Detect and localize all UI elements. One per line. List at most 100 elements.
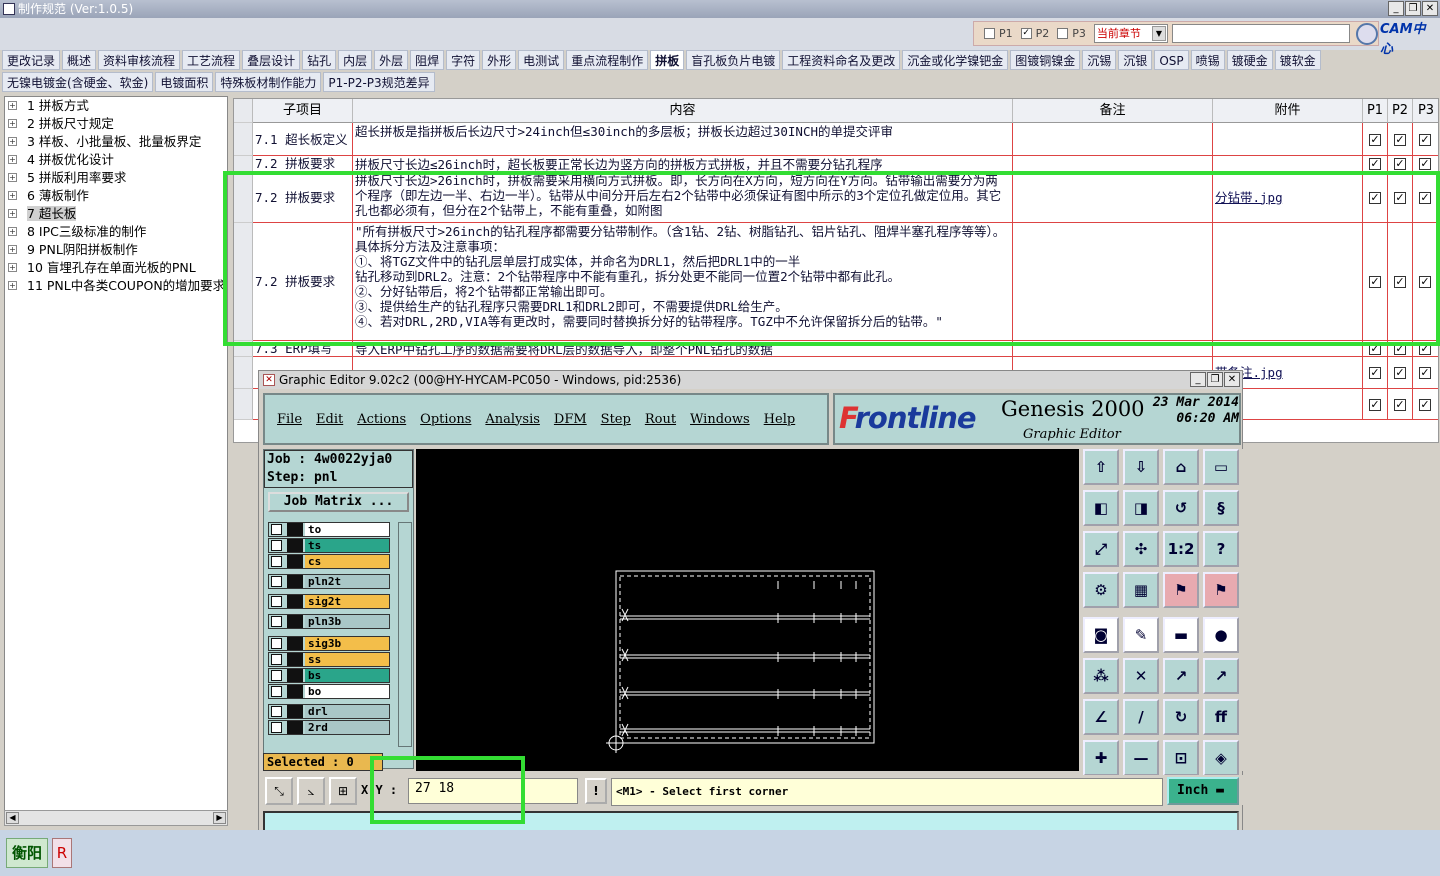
layer-row[interactable]: to: [268, 522, 390, 537]
layer-checkbox[interactable]: [271, 524, 282, 535]
tab-23[interactable]: 镀软金: [1274, 50, 1321, 70]
tab-17[interactable]: 图镀铜镍金: [1010, 50, 1081, 70]
expand-icon[interactable]: +: [8, 173, 17, 182]
help-icon[interactable]: ?: [1203, 531, 1239, 567]
scale-icon[interactable]: 1:2: [1163, 531, 1199, 567]
layer-row[interactable]: pln2t: [268, 574, 390, 589]
snap-s-icon[interactable]: §: [1203, 490, 1239, 526]
layer-scrollbar[interactable]: [398, 522, 412, 747]
attach-cell[interactable]: [1213, 341, 1363, 357]
menu-step[interactable]: Step: [601, 412, 631, 427]
grid-snap-icon[interactable]: ⊞: [329, 777, 357, 805]
tab-10[interactable]: 外形: [482, 50, 517, 70]
layer-name[interactable]: to: [305, 523, 389, 536]
row-header[interactable]: [234, 172, 253, 223]
tree-item[interactable]: +9 PNL阴阳拼板制作: [5, 241, 227, 259]
expand-icon[interactable]: +: [8, 137, 17, 146]
expand-icon[interactable]: +: [8, 119, 17, 128]
chapter-select[interactable]: 当前章节 ▼: [1093, 24, 1168, 43]
right-icon[interactable]: ◨: [1123, 490, 1159, 526]
tree-item[interactable]: +7 超长板: [5, 205, 227, 223]
layer-row[interactable]: sig2t: [268, 594, 390, 609]
layer-row[interactable]: drl: [268, 704, 390, 719]
save-icon[interactable]: ⇩: [1123, 449, 1159, 485]
tab-6[interactable]: 内层: [338, 50, 373, 70]
attach-cell[interactable]: [1213, 156, 1363, 172]
row-header[interactable]: [234, 156, 253, 172]
menu-file[interactable]: File: [277, 412, 302, 427]
tab-8[interactable]: 阻焊: [410, 50, 445, 70]
move-icon[interactable]: ↗: [1163, 658, 1199, 694]
tab-5[interactable]: 钻孔: [302, 50, 337, 70]
p3-checkbox[interactable]: ✓: [1419, 276, 1431, 288]
layer-row[interactable]: 2rd: [268, 720, 390, 735]
layer-checkbox[interactable]: [271, 596, 282, 607]
tree-item[interactable]: +4 拼板优化设计: [5, 151, 227, 169]
tab-16[interactable]: 沉金或化学镍钯金: [902, 50, 1009, 70]
layer-checkbox[interactable]: [271, 686, 282, 697]
attach-cell[interactable]: [1213, 123, 1363, 156]
menu-edit[interactable]: Edit: [316, 412, 343, 427]
tab-11[interactable]: 电测试: [518, 50, 565, 70]
expand-icon[interactable]: +: [8, 281, 17, 290]
layer-name[interactable]: ts: [305, 539, 389, 552]
layer-checkbox[interactable]: [271, 576, 282, 587]
zoom-window-icon[interactable]: ⤡: [265, 777, 293, 805]
row-header[interactable]: [234, 123, 253, 156]
close-button[interactable]: ✕: [1422, 1, 1438, 16]
menu-options[interactable]: Options: [420, 412, 471, 427]
menu-windows[interactable]: Windows: [690, 412, 750, 427]
tab-2[interactable]: 资料审核流程: [98, 50, 181, 70]
p2-checkbox[interactable]: ✓: [1394, 158, 1406, 170]
tab-row2-0[interactable]: 无镍电镀金(含硬金、软金): [2, 72, 154, 92]
ff-icon[interactable]: ff: [1203, 699, 1239, 735]
scroll-right-icon[interactable]: ▶: [213, 812, 226, 824]
layer-checkbox[interactable]: [271, 670, 282, 681]
tab-7[interactable]: 外层: [374, 50, 409, 70]
tab-21[interactable]: 喷锡: [1190, 50, 1225, 70]
tab-20[interactable]: OSP: [1154, 50, 1189, 70]
layer-name[interactable]: pln3b: [305, 615, 389, 628]
minimize-button[interactable]: _: [1388, 1, 1404, 16]
row-header[interactable]: [234, 223, 253, 341]
tab-4[interactable]: 叠层设计: [242, 50, 301, 70]
tree-item[interactable]: +3 样板、小批量板、批量板界定: [5, 133, 227, 151]
p2-checkbox[interactable]: ✓: [1394, 343, 1406, 355]
editor-close-button[interactable]: ✕: [1224, 372, 1240, 387]
tab-9[interactable]: 字符: [446, 50, 481, 70]
layer-checkbox[interactable]: [271, 638, 282, 649]
edit-icon[interactable]: ✎: [1123, 617, 1159, 653]
pen-icon[interactable]: /: [1123, 699, 1159, 735]
menu-rout[interactable]: Rout: [645, 412, 676, 427]
expand-icon[interactable]: +: [8, 101, 17, 110]
tab-14[interactable]: 盲孔板负片电镀: [686, 50, 781, 70]
tab-row2-2[interactable]: 特殊板材制作能力: [215, 72, 322, 92]
menu-analysis[interactable]: Analysis: [485, 412, 540, 427]
layer-checkbox[interactable]: [271, 616, 282, 627]
row-header[interactable]: [234, 389, 253, 420]
expand-icon[interactable]: +: [8, 191, 17, 200]
grid-icon[interactable]: ▦: [1123, 572, 1159, 608]
angle-icon[interactable]: ∠: [1083, 699, 1119, 735]
layer-name[interactable]: cs: [305, 555, 389, 568]
tab-row2-1[interactable]: 电镀面积: [155, 72, 214, 92]
p3-checkbox[interactable]: ✓: [1419, 343, 1431, 355]
tree-item[interactable]: +1 拼板方式: [5, 97, 227, 115]
p1-checkbox[interactable]: ✓: [1369, 276, 1381, 288]
left-icon[interactable]: ◧: [1083, 490, 1119, 526]
p3-checkbox[interactable]: ✓: [1419, 398, 1431, 411]
zoom-fit-icon[interactable]: ⤢: [1083, 531, 1119, 567]
restore-button[interactable]: ❐: [1405, 1, 1421, 16]
p2-checkbox[interactable]: ✓: [1020, 28, 1032, 39]
search-icon[interactable]: [1355, 22, 1378, 45]
p2-checkbox[interactable]: ✓: [1394, 398, 1406, 411]
p3-checkbox[interactable]: ✓: [1419, 191, 1431, 204]
attachment-link[interactable]: 分钻带.jpg: [1215, 190, 1283, 205]
window-icon[interactable]: ▭: [1203, 449, 1239, 485]
line-icon[interactable]: ↗: [1203, 658, 1239, 694]
p1-checkbox[interactable]: ✓: [1369, 398, 1381, 411]
p1-checkbox[interactable]: ✓: [1369, 133, 1381, 146]
fit-icon[interactable]: ⊡: [1163, 740, 1199, 776]
tree-item[interactable]: +2 拼板尺寸规定: [5, 115, 227, 133]
job-matrix-button[interactable]: Job Matrix ...: [268, 492, 409, 512]
